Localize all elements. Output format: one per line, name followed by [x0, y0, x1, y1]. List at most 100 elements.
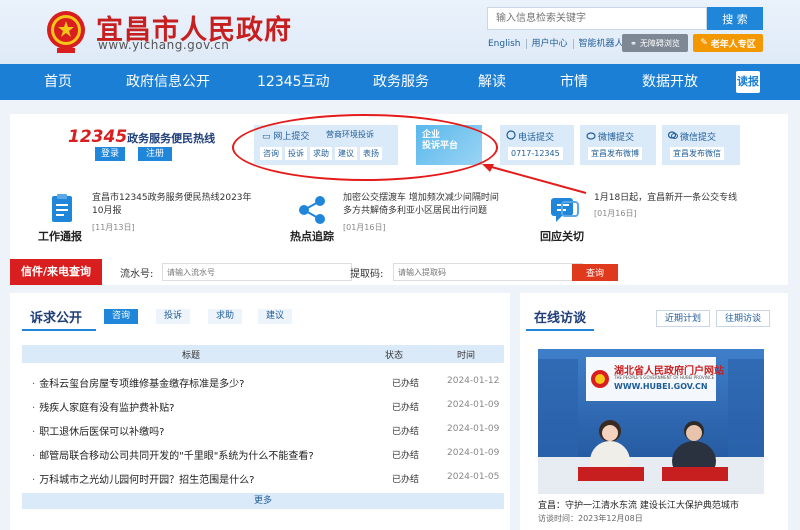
interview-section: 在线访谈 近期计划 往期访谈 湖北省人民政府门户网站 THE PEOPLE'S … [520, 293, 788, 530]
col-status: 状态 [385, 351, 404, 361]
banner-subtitle: THE PEOPLE'S GOVERNMENT OF HUBEI PROVINC… [614, 375, 715, 380]
table-row[interactable]: 万科城市之光幼儿园何时开园？招生范围是什么? 已办结 2024-01-05 [22, 466, 504, 490]
main-nav: 首页 政府信息公开 12345互动 政务服务 解读 市情 数据开放 读报 [0, 64, 800, 100]
wechat-icon [668, 131, 678, 139]
interview-video[interactable]: 湖北省人民政府门户网站 THE PEOPLE'S GOVERNMENT OF H… [538, 349, 764, 494]
table-row[interactable]: 残疾人家庭有没有监护费补贴? 已办结 2024-01-09 [22, 394, 504, 418]
notice-text-hotspot[interactable]: 加密公交摆渡车 增加频次减少间隔时间 多方共解倚多利亚小区居民出行问题 [343, 192, 501, 218]
nav-city[interactable]: 市情 [560, 64, 588, 100]
register-button[interactable]: 注册 [138, 147, 172, 161]
nav-home[interactable]: 首页 [44, 64, 72, 100]
notice-label-response: 回应关切 [540, 230, 584, 243]
phone-submit-title: 电话提交 [518, 133, 555, 143]
tab-suggest[interactable]: 建议 [258, 309, 292, 324]
interview-underline [526, 329, 594, 331]
interview-caption[interactable]: 宜昌：守护一江清水东流 建设长江大保护典范城市 [538, 498, 739, 511]
table-row[interactable]: 职工退休后医保可以补缴吗? 已办结 2024-01-09 [22, 418, 504, 442]
letter-query-bar: 信件/来电查询 流水号: 提取码: 查询 [10, 259, 788, 285]
notice-date-response: [01月16日] [594, 209, 637, 218]
service-panel: 12345政务服务便民热线 登录 注册 ▭ 网上提交 营商环境投诉 咨询 投诉 … [10, 114, 788, 262]
row-status: 已办结 [392, 475, 420, 485]
petition-underline [22, 329, 96, 331]
notice-text-report[interactable]: 宜昌市12345政务服务便民热线2023年10月报 [92, 192, 252, 218]
headphone-icon: ⚭ [630, 38, 637, 48]
row-time: 2024-01-09 [447, 424, 500, 434]
row-time: 2024-01-05 [447, 472, 500, 482]
nav-gov-info[interactable]: 政府信息公开 [126, 64, 210, 100]
row-time: 2024-01-09 [447, 400, 500, 410]
petition-section: 诉求公开 咨询 投诉 求助 建议 标题 状态 时间 金科云玺台房屋专项维修基金缴… [10, 293, 510, 530]
wechat-submit-title: 微信提交 [680, 133, 717, 143]
nav-gov-service[interactable]: 政务服务 [373, 64, 429, 100]
table-row[interactable]: 金科云玺台房屋专项维修基金缴存标准是多少? 已办结 2024-01-12 [22, 370, 504, 394]
query-button[interactable]: 查询 [572, 264, 618, 281]
elder-mode-button[interactable]: ✎ 老年人专区 [693, 34, 763, 52]
row-time: 2024-01-09 [447, 448, 500, 458]
more-link[interactable]: 更多 [22, 493, 504, 509]
row-status: 已办结 [392, 427, 420, 437]
row-title[interactable]: 残疾人家庭有没有监护费补贴? [32, 399, 174, 414]
code-label: 提取码: [350, 269, 384, 280]
tab-consult[interactable]: 咨询 [104, 309, 138, 324]
petition-title: 诉求公开 [30, 311, 83, 326]
hotline-number: 12345 [68, 127, 128, 147]
user-center-link[interactable]: 用户中心 [525, 39, 573, 49]
row-title[interactable]: 万科城市之光幼儿园何时开园？招生范围是什么? [32, 471, 254, 486]
notice-label-hotspot: 热点追踪 [290, 230, 334, 243]
barrier-free-button[interactable]: ⚭ 无障碍浏览 [622, 34, 688, 52]
notice-label-report: 工作通报 [38, 230, 82, 243]
national-emblem-icon [47, 11, 85, 53]
login-button[interactable]: 登录 [95, 147, 125, 161]
nav-interpret[interactable]: 解读 [478, 64, 506, 100]
hotline-logo: 12345政务服务便民热线 [68, 127, 215, 147]
code-input[interactable] [393, 263, 583, 281]
query-label: 信件/来电查询 [10, 259, 102, 285]
weibo-submit-title: 微博提交 [598, 133, 635, 143]
hotline-text: 政务服务便民热线 [127, 132, 216, 145]
tab-help[interactable]: 求助 [208, 309, 242, 324]
share-icon [299, 196, 325, 224]
phone-submit-card[interactable]: 电话提交 0717-12345 [500, 125, 574, 165]
tab-recent-plans[interactable]: 近期计划 [656, 310, 710, 327]
row-title[interactable]: 职工退休后医保可以补缴吗? [32, 423, 164, 438]
notice-text-response[interactable]: 1月18日起，宜昌新开一条公交专线 [594, 192, 754, 205]
row-status: 已办结 [392, 451, 420, 461]
tab-complain[interactable]: 投诉 [156, 309, 190, 324]
chat-bubble-icon [551, 198, 579, 222]
robot-link[interactable]: 智能机器人 [572, 39, 629, 49]
table-row[interactable]: 邮管局联合移动公司共同开发的"千里眼"系统为什么不能查看? 已办结 2024-0… [22, 442, 504, 466]
notice-date-hotspot: [01月16日] [343, 223, 386, 232]
highlight-circle [232, 114, 498, 181]
interview-title: 在线访谈 [534, 311, 587, 326]
tab-past-interviews[interactable]: 往期访谈 [716, 310, 770, 327]
serial-input[interactable] [162, 263, 352, 281]
row-title[interactable]: 金科云玺台房屋专项维修基金缴存标准是多少? [32, 375, 244, 390]
notice-date-report: [11月13日] [92, 223, 135, 232]
wechat-link[interactable]: 宜昌发布微信 [670, 147, 724, 160]
weibo-link[interactable]: 宜昌发布微博 [588, 147, 642, 160]
col-time: 时间 [457, 351, 476, 361]
english-link[interactable]: English [488, 39, 526, 49]
row-title[interactable]: 邮管局联合移动公司共同开发的"千里眼"系统为什么不能查看? [32, 447, 314, 462]
search-input[interactable] [487, 7, 707, 30]
table-header: 标题 状态 时间 [22, 345, 504, 363]
nav-open-data[interactable]: 数据开放 [642, 64, 698, 100]
read-button[interactable]: 读报 [736, 71, 760, 93]
weibo-submit-card[interactable]: 微博提交 宜昌发布微博 [580, 125, 656, 165]
phone-number: 0717-12345 [508, 147, 563, 160]
search-button[interactable]: 搜 索 [707, 7, 763, 30]
wechat-submit-card[interactable]: 微信提交 宜昌发布微信 [662, 125, 740, 165]
nav-12345[interactable]: 12345互动 [257, 64, 330, 100]
elder-mode-label: 老年人专区 [710, 39, 756, 50]
site-header: 宜昌市人民政府 www.yichang.gov.cn 搜 索 English 用… [0, 0, 800, 64]
highlight-arrow [482, 164, 587, 194]
barrier-free-label: 无障碍浏览 [639, 38, 680, 48]
top-links: English 用户中心 智能机器人 [488, 37, 629, 51]
serial-label: 流水号: [120, 269, 154, 280]
col-title: 标题 [182, 351, 201, 361]
elder-icon: ✎ [700, 38, 708, 48]
row-status: 已办结 [392, 379, 420, 389]
site-url: www.yichang.gov.cn [98, 38, 230, 52]
interview-date: 访谈时间：2023年12月08日 [538, 514, 643, 523]
row-time: 2024-01-12 [447, 376, 500, 386]
